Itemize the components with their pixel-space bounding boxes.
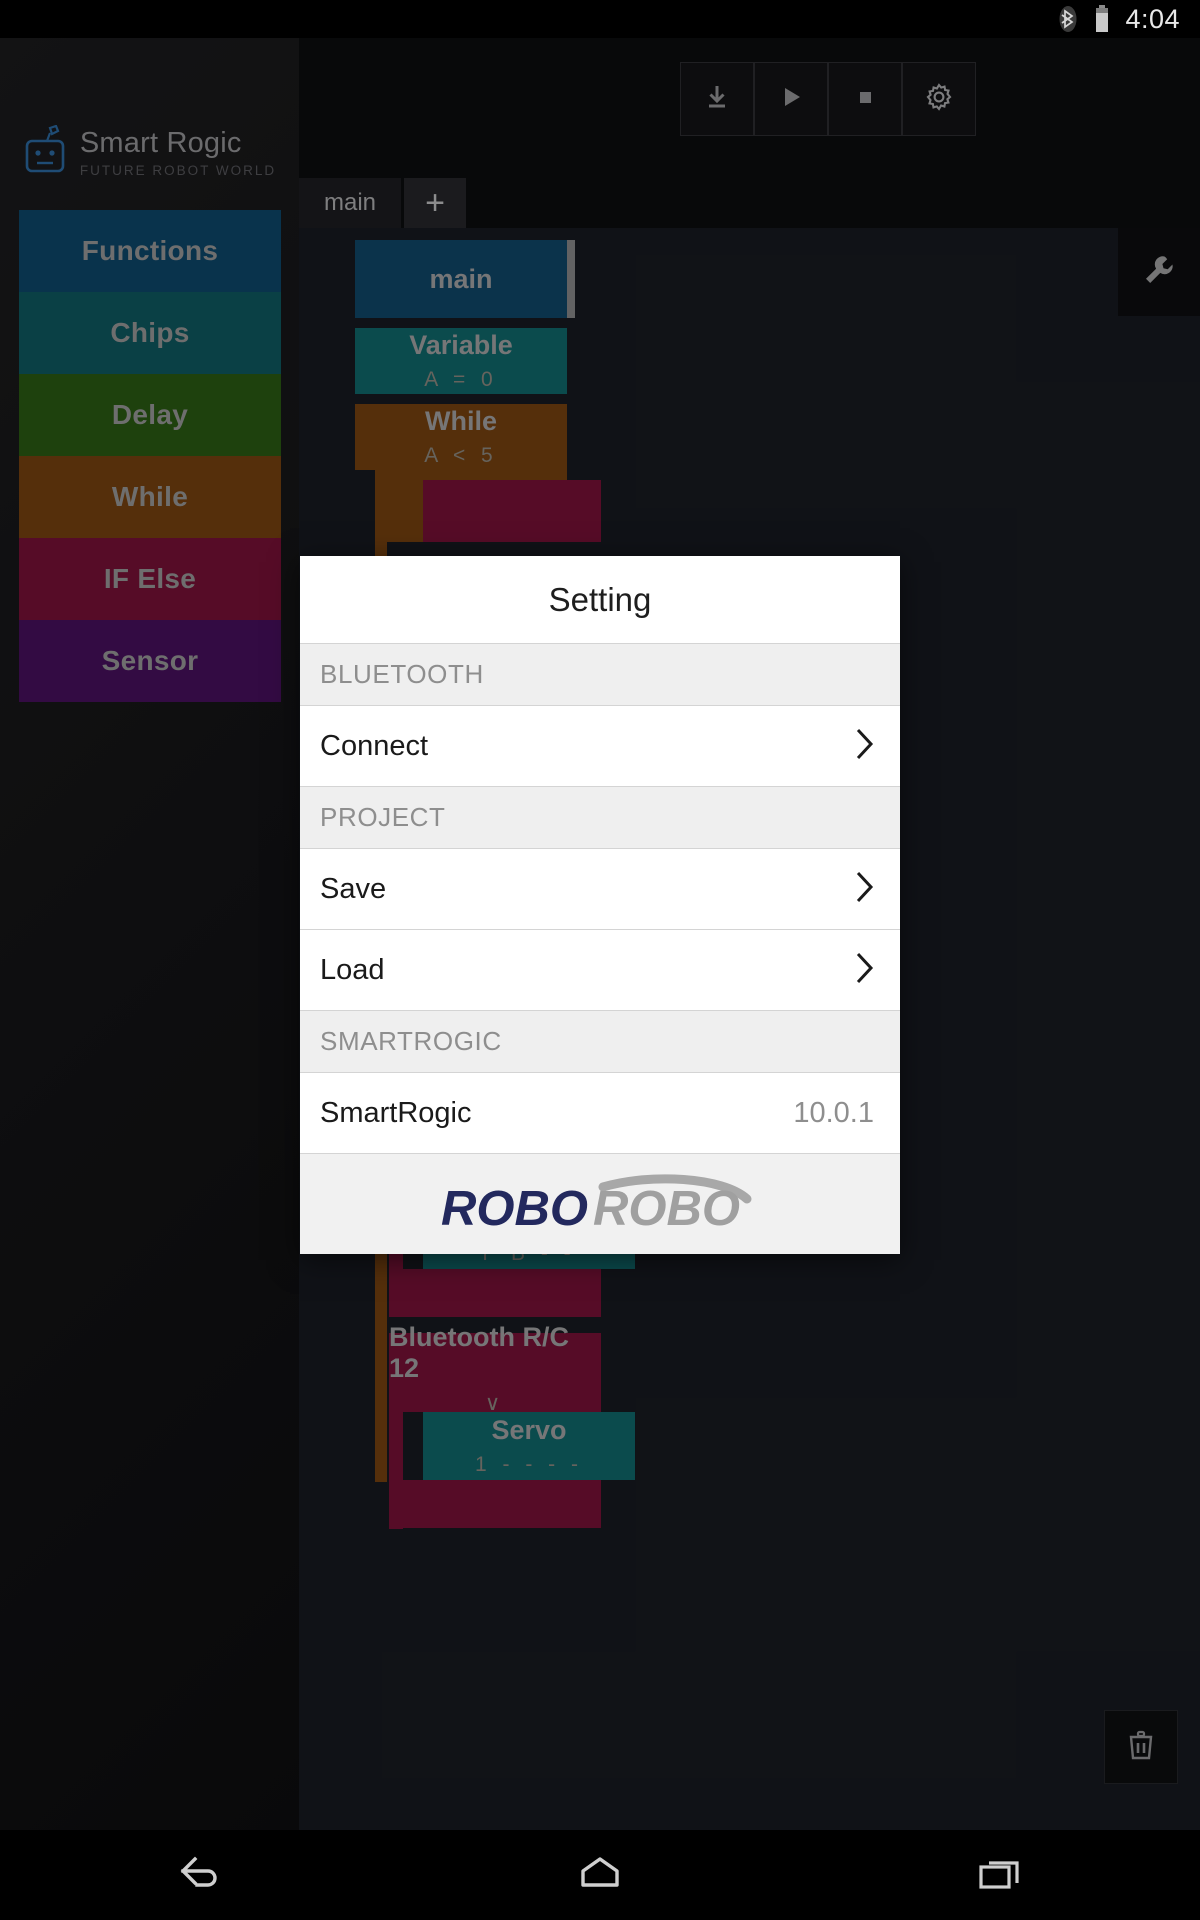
dialog-body: BLUETOOTH Connect PROJECT Save Load SMARTROGI… — [300, 644, 900, 1154]
setting-row-load[interactable]: Load — [300, 930, 900, 1011]
chevron-right-icon — [854, 951, 876, 990]
chevron-right-icon — [856, 728, 874, 759]
section-header-bluetooth: BLUETOOTH — [300, 644, 900, 706]
recents-icon — [975, 1853, 1025, 1898]
setting-row-label: Connect — [320, 729, 429, 762]
chevron-right-icon — [856, 871, 874, 902]
battery-icon — [1093, 4, 1111, 34]
chevron-right-icon — [854, 870, 876, 909]
nav-recents-button[interactable] — [930, 1830, 1070, 1920]
setting-row-value: 10.0.1 — [793, 1096, 874, 1129]
status-bar: 4:04 — [0, 0, 1200, 38]
setting-row-save[interactable]: Save — [300, 849, 900, 930]
settings-dialog: Setting BLUETOOTH Connect PROJECT Save Load S… — [300, 556, 900, 1254]
bluetooth-icon — [1057, 4, 1079, 34]
setting-row-label: Load — [320, 953, 385, 986]
svg-text:ROBO: ROBO — [441, 1182, 588, 1236]
section-header-smartrogic: SMARTROGIC — [300, 1011, 900, 1073]
back-icon — [175, 1853, 225, 1898]
setting-row-smartrogic[interactable]: SmartRogic 10.0.1 — [300, 1073, 900, 1154]
setting-row-connect[interactable]: Connect — [300, 706, 900, 787]
status-time: 4:04 — [1125, 3, 1180, 34]
home-icon — [575, 1853, 625, 1898]
section-header-label: PROJECT — [320, 802, 446, 832]
brand-logo: ROBO ROBO — [300, 1154, 900, 1254]
section-header-label: SMARTROGIC — [320, 1026, 502, 1056]
nav-home-button[interactable] — [530, 1830, 670, 1920]
setting-row-label: SmartRogic — [320, 1096, 472, 1129]
section-header-label: BLUETOOTH — [320, 659, 484, 689]
svg-text:ROBO: ROBO — [593, 1182, 740, 1236]
setting-row-label: Save — [320, 872, 387, 905]
nav-back-button[interactable] — [130, 1830, 270, 1920]
chevron-right-icon — [856, 952, 874, 983]
android-navbar — [0, 1830, 1200, 1920]
chevron-right-icon — [854, 727, 876, 766]
section-header-project: PROJECT — [300, 787, 900, 849]
roborobo-logo-icon: ROBO ROBO — [441, 1174, 752, 1236]
dialog-title: Setting — [300, 556, 900, 644]
app-root: Smart Rogic FUTURE ROBOT WORLD Functions… — [0, 38, 1200, 1830]
